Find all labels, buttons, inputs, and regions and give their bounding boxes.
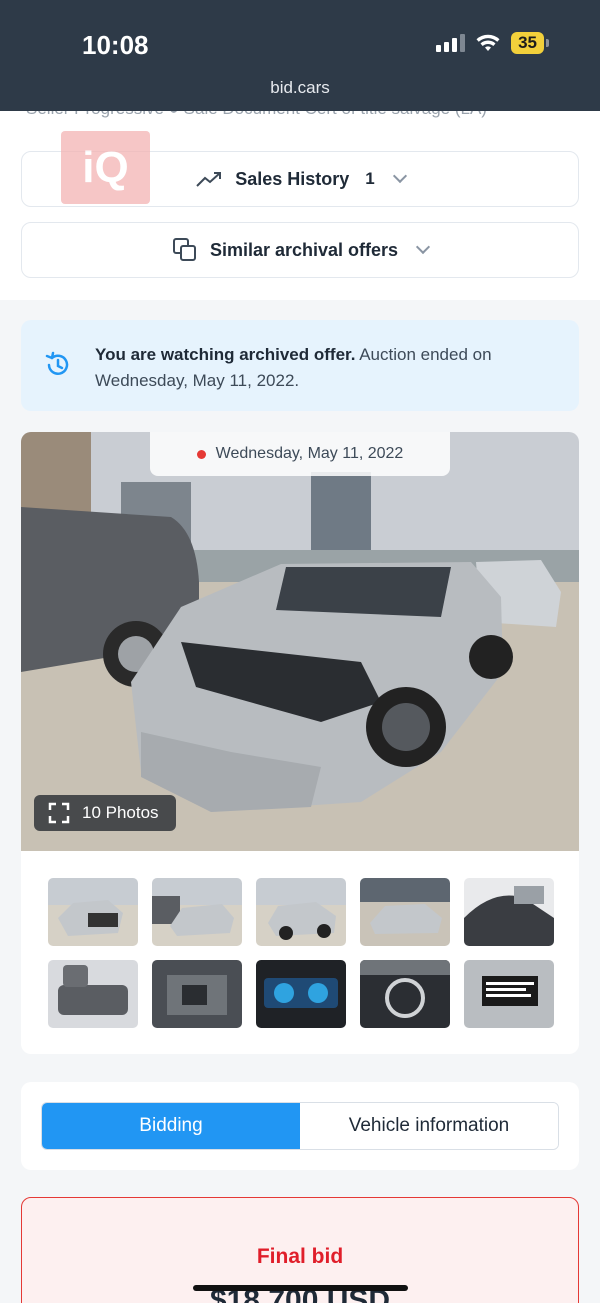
tabs-card: Bidding Vehicle information [21, 1082, 579, 1170]
archived-notice: You are watching archived offer. Auction… [21, 320, 579, 411]
thumbnail[interactable] [360, 878, 450, 946]
archived-notice-text: You are watching archived offer. Auction… [95, 342, 555, 394]
thumbnail[interactable] [48, 878, 138, 946]
clock: 10:08 [82, 30, 149, 60]
status-icons: 35 [436, 32, 549, 54]
thumbnail[interactable] [152, 960, 242, 1028]
tab-bidding[interactable]: Bidding [42, 1103, 300, 1149]
history-icon [45, 351, 69, 375]
similar-offers-label: Similar archival offers [209, 239, 399, 260]
iq-watermark-logo: iQ [61, 131, 150, 204]
status-dot-icon [196, 449, 206, 459]
thumbnail[interactable] [464, 960, 554, 1028]
photo-gallery: Wednesday, May 11, 2022 10 Photos [21, 432, 579, 1054]
sales-history-count: 1 [365, 169, 375, 188]
thumbnail[interactable] [256, 878, 346, 946]
archived-notice-bold: You are watching archived offer. [95, 345, 356, 364]
thumbnail[interactable] [464, 878, 554, 946]
thumbnail[interactable] [152, 878, 242, 946]
thumbnail[interactable] [256, 960, 346, 1028]
tab-bar: Bidding Vehicle information [41, 1102, 559, 1150]
copy-icon [172, 238, 196, 261]
fullscreen-icon [48, 802, 70, 824]
trend-up-icon [196, 172, 222, 187]
photos-count-label: 10 Photos [82, 803, 159, 822]
signal-icon [436, 34, 466, 52]
main-vehicle-photo[interactable] [21, 432, 579, 851]
thumbnail[interactable] [360, 960, 450, 1028]
auction-date-banner: Wednesday, May 11, 2022 [150, 432, 450, 476]
chevron-down-icon [392, 168, 407, 184]
auction-date: Wednesday, May 11, 2022 [215, 445, 404, 462]
home-indicator[interactable] [193, 1285, 408, 1291]
final-bid-label: Final bid [256, 1245, 344, 1268]
wifi-icon [476, 34, 500, 51]
url-bar[interactable]: bid.cars [0, 78, 600, 98]
chevron-down-icon [415, 239, 431, 255]
thumbnail-grid [48, 878, 554, 1028]
sales-history-label: Sales History [235, 168, 350, 189]
seller-info-text: Seller Progressive ● Sale Document Cert … [26, 111, 487, 119]
tab-vehicle-information[interactable]: Vehicle information [300, 1103, 558, 1149]
status-bar: 10:08 35 bid.cars [0, 0, 600, 111]
battery-icon: 35 [511, 32, 549, 54]
thumbnail[interactable] [48, 960, 138, 1028]
view-photos-button[interactable]: 10 Photos [34, 795, 176, 831]
similar-offers-accordion[interactable]: Similar archival offers [21, 222, 579, 278]
